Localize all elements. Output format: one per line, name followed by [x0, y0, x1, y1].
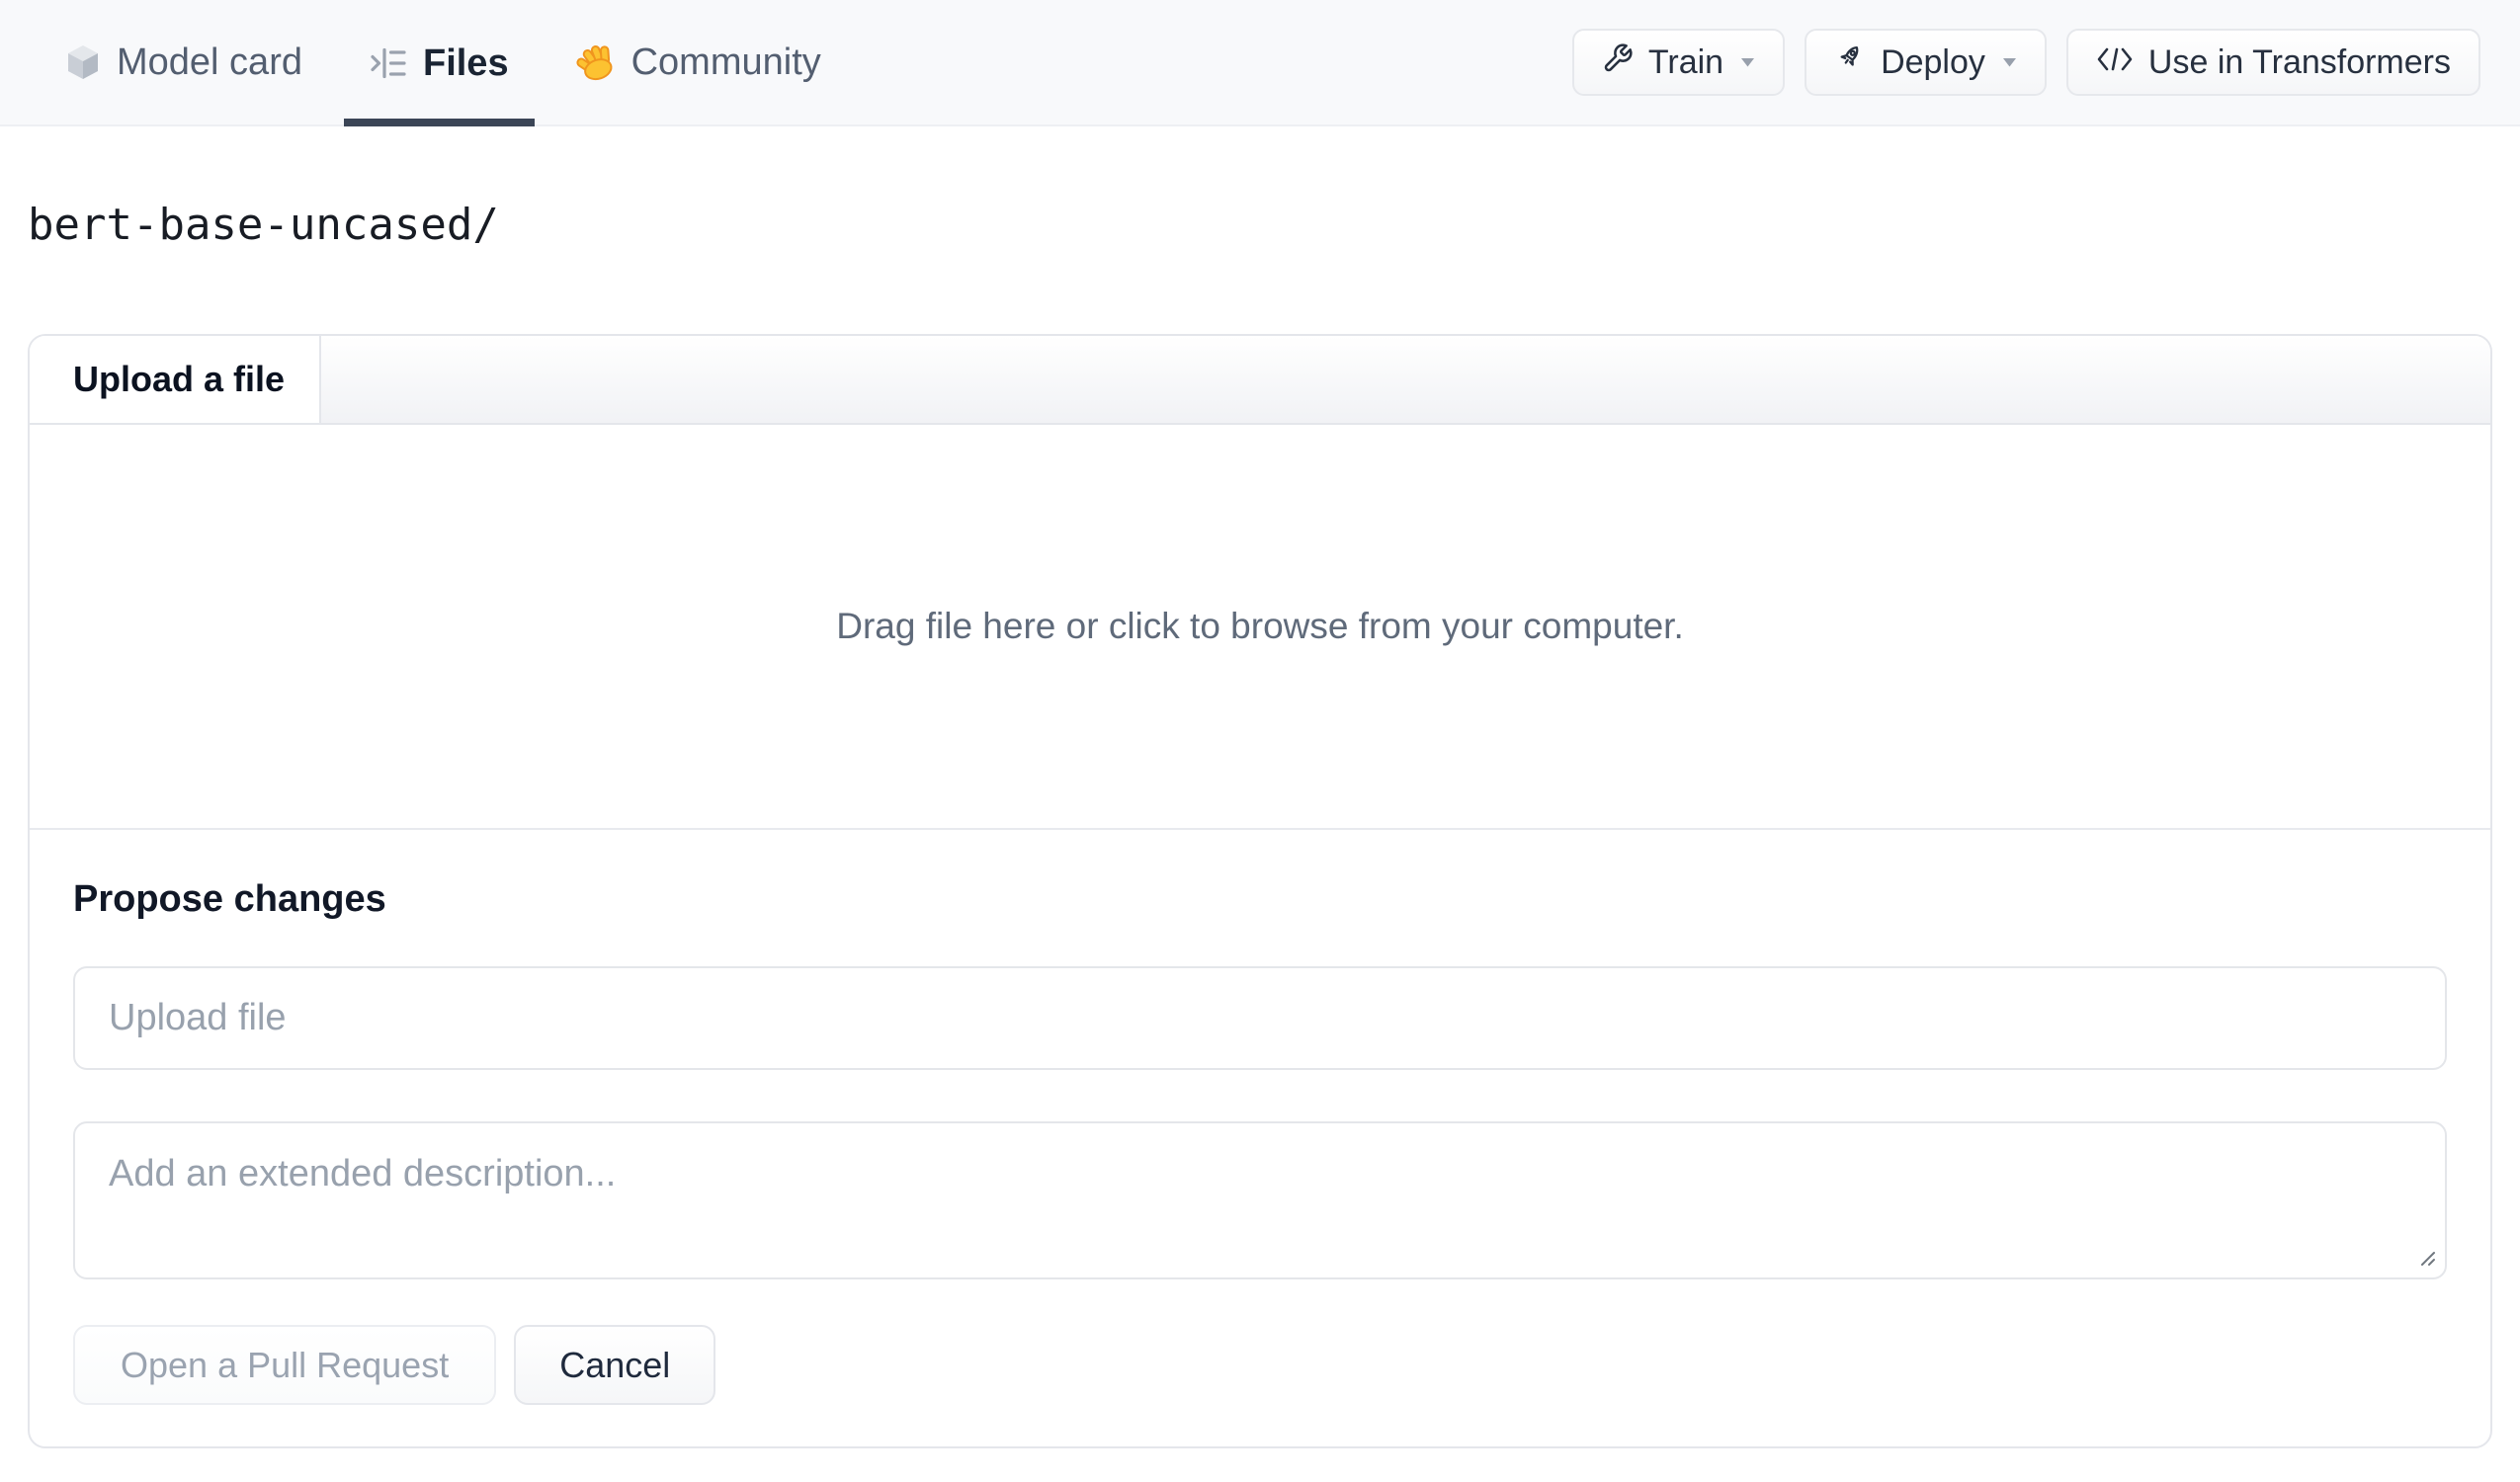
train-button[interactable]: Train [1571, 29, 1786, 96]
repo-nav-bar: Model card Files Community Train Deploy … [0, 0, 2520, 126]
upload-a-file-tab-label: Upload a file [73, 359, 286, 399]
tab-files[interactable]: Files [344, 0, 535, 126]
extended-description-textarea[interactable] [73, 1121, 2447, 1279]
open-pull-request-button[interactable]: Open a Pull Request [73, 1325, 497, 1405]
tab-community-label: Community [630, 41, 821, 83]
use-in-transformers-button[interactable]: Use in Transformers [2065, 29, 2480, 96]
propose-changes-section: Propose changes Open a Pull Request Canc… [30, 830, 2490, 1446]
tab-community[interactable]: Community [550, 0, 847, 124]
cancel-button[interactable]: Cancel [514, 1325, 716, 1405]
resize-handle-icon[interactable] [2417, 1248, 2437, 1268]
chevron-down-icon [2002, 57, 2017, 68]
use-in-transformers-label: Use in Transformers [2147, 42, 2451, 81]
train-button-label: Train [1647, 42, 1724, 81]
open-pull-request-label: Open a Pull Request [121, 1344, 450, 1385]
repo-path: bert-base-uncased/ [28, 200, 499, 250]
description-field-wrapper [73, 1121, 2447, 1279]
upload-filename-input[interactable] [73, 966, 2447, 1070]
rocket-icon [1834, 42, 1866, 83]
file-dropzone[interactable]: Drag file here or click to browse from y… [30, 425, 2490, 830]
propose-actions-row: Open a Pull Request Cancel [73, 1325, 2447, 1405]
tab-model-card[interactable]: Model card [40, 0, 328, 124]
page: Model card Files Community Train Deploy … [0, 0, 2520, 1482]
chevron-down-icon [1740, 57, 1755, 68]
upload-card-tabstrip: Upload a file [30, 336, 2490, 425]
upload-card: Upload a file Drag file here or click to… [28, 334, 2492, 1448]
deploy-button-label: Deploy [1881, 42, 1985, 81]
propose-changes-heading: Propose changes [73, 878, 386, 920]
wrench-icon [1602, 42, 1634, 83]
tab-files-label: Files [422, 41, 509, 84]
upload-a-file-tab[interactable]: Upload a file [30, 336, 321, 423]
tab-model-card-label: Model card [117, 41, 302, 83]
waving-hand-icon [576, 42, 616, 82]
code-icon [2096, 43, 2134, 82]
dropzone-hint-text: Drag file here or click to browse from y… [836, 606, 1684, 646]
cancel-label: Cancel [559, 1344, 671, 1385]
deploy-button[interactable]: Deploy [1805, 29, 2047, 96]
repo-tabs: Model card Files Community [40, 0, 847, 124]
files-list-icon [370, 46, 407, 80]
cube-icon [65, 42, 101, 82]
repo-action-buttons: Train Deploy Use in Transformers [1571, 0, 2480, 124]
